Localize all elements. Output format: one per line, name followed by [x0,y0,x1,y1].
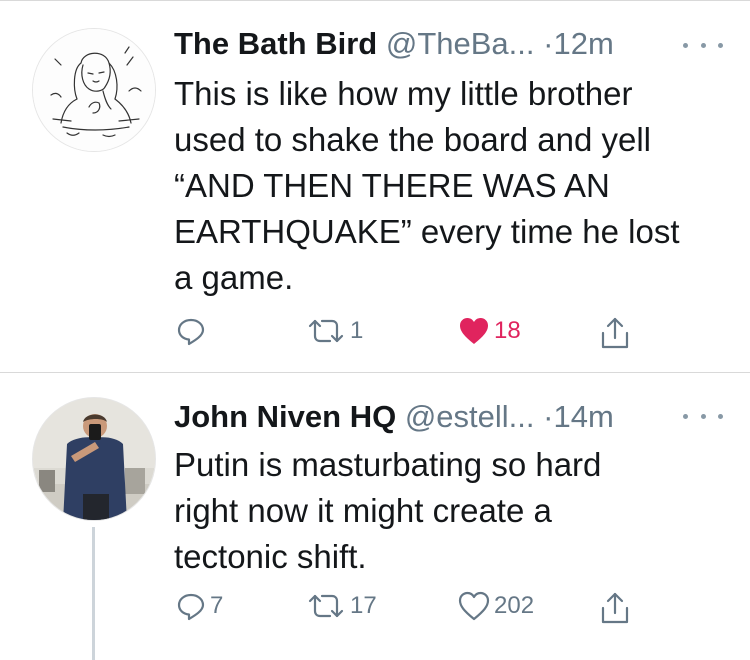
share-icon [601,592,629,624]
heart-icon [458,591,490,621]
retweet-count: 17 [350,592,377,619]
retweet-button[interactable]: 17 [306,591,377,621]
like-count: 202 [494,592,535,619]
tweet-text-line: tectonic shift. [174,538,367,575]
share-button[interactable] [600,591,630,625]
avatar[interactable] [32,28,156,152]
tweet-text-line: Putin is masturbating so hard [174,446,602,483]
retweet-icon [308,594,344,618]
user-handle[interactable]: @TheBa... [386,26,535,61]
heart-icon [460,318,488,344]
tweet-text-line: right now it might create a [174,492,552,529]
tweet-actions: 7 17 202 [0,591,750,631]
retweet-button[interactable]: 1 [306,316,363,346]
retweet-icon [308,319,344,343]
tweet-text-line: “AND THEN THERE WAS AN [174,167,610,204]
display-name[interactable]: John Niven HQ [174,399,396,434]
tweet-time[interactable]: ·14m [543,399,614,434]
tweet-text: This is like how my little brother used … [174,71,734,301]
tweet-text-line: used to shake the board and yell [174,121,652,158]
tweet[interactable]: John Niven HQ @estell... ·14m Putin is m… [0,373,750,660]
share-icon [601,317,629,349]
more-icon[interactable] [683,30,723,60]
avatar-sketch-image [33,29,155,151]
avatar[interactable] [32,397,156,521]
reply-button[interactable] [176,316,210,346]
tweet-text-line: a game. [174,259,294,296]
tweet[interactable]: The Bath Bird @TheBa... ·12m This is lik… [0,0,750,372]
reply-icon [177,593,205,621]
display-name[interactable]: The Bath Bird [174,26,377,61]
share-button[interactable] [600,316,630,350]
tweet-header: John Niven HQ @estell... ·14m [174,397,614,437]
user-handle[interactable]: @estell... [405,399,535,434]
reply-icon [177,318,205,346]
tweet-header: The Bath Bird @TheBa... ·12m [174,24,614,64]
reply-button[interactable]: 7 [176,591,223,621]
like-button[interactable]: 202 [458,591,534,621]
more-icon[interactable] [683,401,723,431]
tweet-time[interactable]: ·12m [543,26,614,61]
reply-count: 7 [210,592,224,619]
tweet-text: Putin is masturbating so hard right now … [174,442,734,580]
tweet-text-line: EARTHQUAKE” every time he lost [174,213,680,250]
tweet-text-line: This is like how my little brother [174,75,633,112]
avatar-photo-image [33,398,155,520]
like-count: 18 [494,317,521,344]
tweet-actions: 1 18 [0,316,750,356]
like-button[interactable]: 18 [458,316,521,346]
retweet-count: 1 [350,317,364,344]
